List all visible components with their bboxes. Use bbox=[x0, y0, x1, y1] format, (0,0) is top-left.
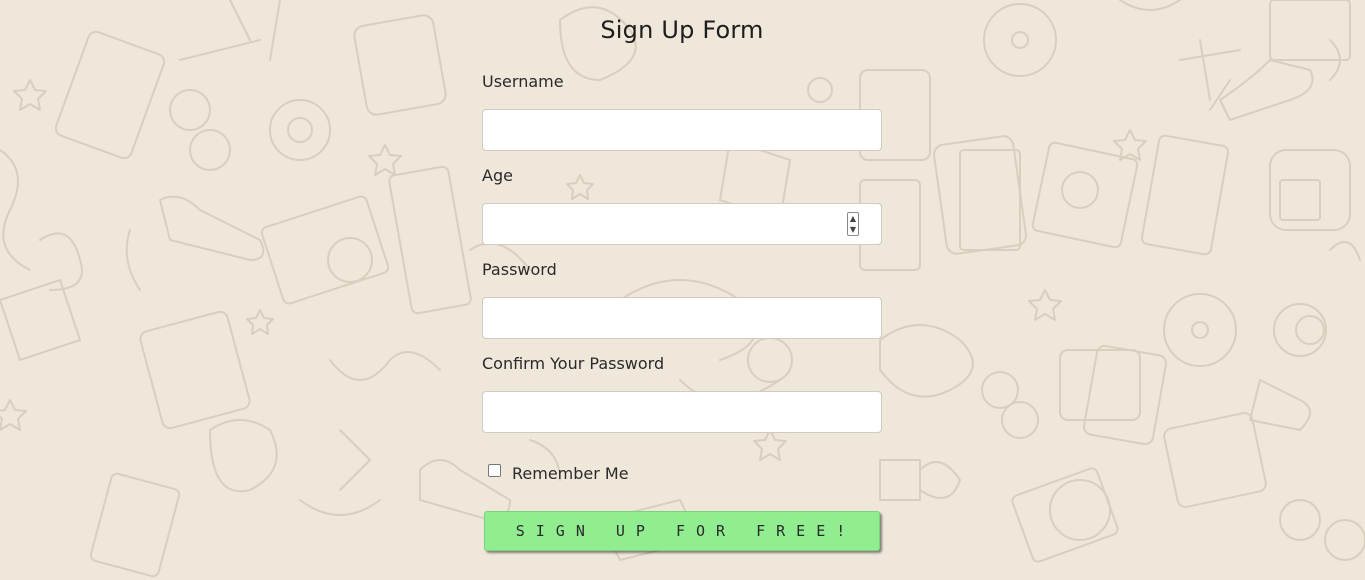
background-doodle-pattern bbox=[0, 0, 1365, 578]
username-label: Username bbox=[482, 72, 564, 91]
password-label: Password bbox=[482, 260, 557, 279]
password-input[interactable] bbox=[482, 297, 882, 339]
age-input[interactable]: ▲ ▼ bbox=[482, 203, 882, 245]
remember-me-label[interactable]: Remember Me bbox=[512, 464, 629, 483]
remember-me-checkbox[interactable] bbox=[488, 464, 501, 477]
confirm-password-label: Confirm Your Password bbox=[482, 354, 665, 373]
confirm-password-input[interactable] bbox=[482, 391, 882, 433]
chevron-down-icon[interactable]: ▼ bbox=[850, 225, 856, 234]
sign-up-button[interactable]: SIGN UP FOR FREE! bbox=[484, 511, 880, 551]
age-spinner[interactable]: ▲ ▼ bbox=[847, 212, 859, 236]
age-label: Age bbox=[482, 166, 513, 185]
chevron-up-icon[interactable]: ▲ bbox=[850, 214, 856, 223]
form-title: Sign Up Form bbox=[600, 16, 764, 44]
username-input[interactable] bbox=[482, 109, 882, 151]
